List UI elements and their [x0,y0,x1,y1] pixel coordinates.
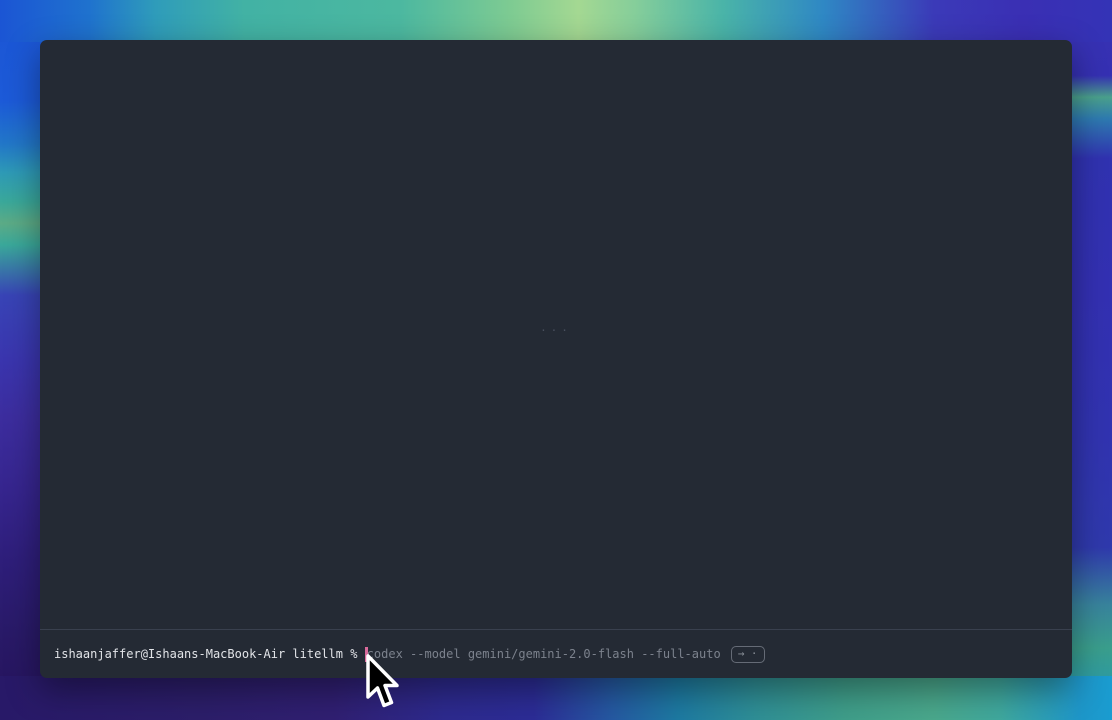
command-line[interactable]: ishaanjaffer@Ishaans-MacBook-Air litellm… [40,630,1072,678]
tab-hint-badge: → · [731,646,765,663]
wallpaper-bottom-strip [0,676,1112,720]
shell-prompt: ishaanjaffer@Ishaans-MacBook-Air litellm… [54,646,365,662]
wallpaper-top-strip [0,0,1112,42]
terminal-window[interactable]: ··· ishaanjaffer@Ishaans-MacBook-Air lit… [40,40,1072,678]
terminal-output-area: ··· [40,40,1072,630]
loading-dots: ··· [540,324,572,337]
autosuggestion-text: codex --model gemini/gemini-2.0-flash --… [367,646,721,662]
wallpaper-right-strip [1066,0,1112,720]
